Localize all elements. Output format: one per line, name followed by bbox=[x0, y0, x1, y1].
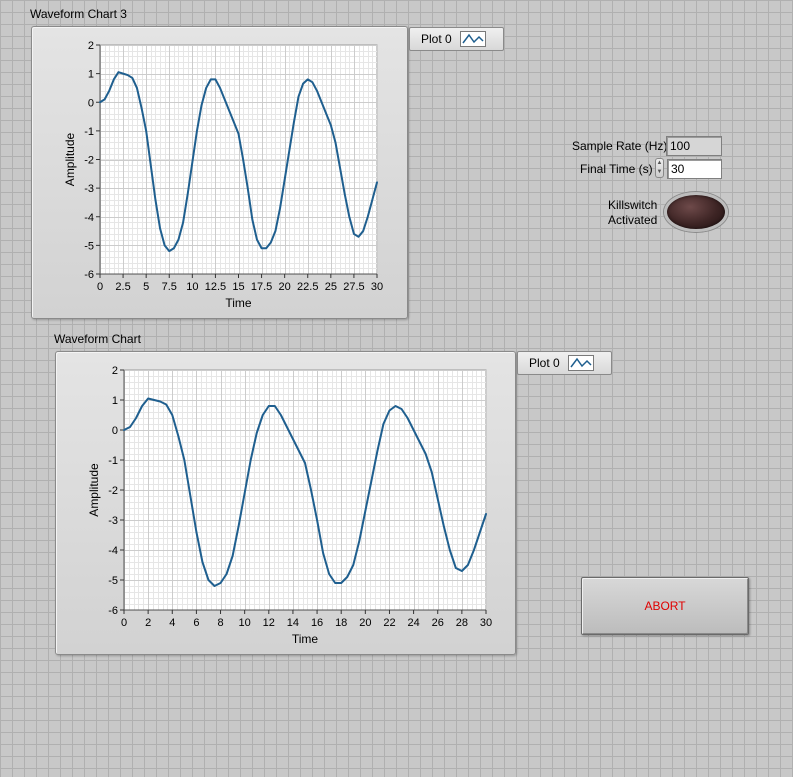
chart1-x-tick-label: 14 bbox=[287, 617, 299, 629]
chart1-x-tick-label: 16 bbox=[311, 617, 323, 629]
chart3-x-tick-label: 27.5 bbox=[343, 281, 364, 293]
chart3-plot-area[interactable]: 210-1-2-3-4-5-60 2.5 5 7.5 10 12.5 15 17.5 20 22.… bbox=[32, 27, 409, 320]
chart3-title: Waveform Chart 3 bbox=[30, 7, 127, 21]
chart1-x-tick-label: 30 bbox=[480, 617, 492, 629]
chart3-x-tick-label: 10 bbox=[186, 281, 198, 293]
killswitch-label-line1: Killswitch bbox=[608, 198, 658, 212]
chart1-x-tick-label: 0 bbox=[121, 617, 127, 629]
line-plot-icon bbox=[459, 31, 486, 47]
chart3-legend-label: Plot 0 bbox=[421, 32, 452, 46]
chart1-y-tick-label: 1 bbox=[112, 395, 118, 407]
chart3-y-tick-label: 1 bbox=[88, 69, 94, 81]
chart1-x-tick-label: 8 bbox=[217, 617, 223, 629]
chart1-x-tick-label: 26 bbox=[432, 617, 444, 629]
chart1-x-axis-title: Time bbox=[292, 632, 319, 646]
chart3-y-tick-label: -5 bbox=[84, 240, 94, 252]
chart1-y-tick-label: -6 bbox=[108, 605, 118, 617]
chart1-x-tick-label: 24 bbox=[407, 617, 419, 629]
chart3-x-tick-label: 12.5 bbox=[205, 281, 226, 293]
chart3-x-tick-label: 17.5 bbox=[251, 281, 272, 293]
increment-arrow-icon[interactable]: ▲ bbox=[656, 159, 663, 168]
chart1-y-tick-label: -1 bbox=[108, 455, 118, 467]
chart3-y-axis-title: Amplitude bbox=[63, 133, 77, 187]
final-time-stepper[interactable]: ▲ ▼ bbox=[655, 158, 664, 178]
chart1-y-tick-label: 2 bbox=[112, 365, 118, 377]
line-plot-icon bbox=[567, 355, 594, 371]
chart3-x-tick-label: 7.5 bbox=[162, 281, 177, 293]
chart3-x-tick-label: 15 bbox=[232, 281, 244, 293]
chart3-y-tick-label: -6 bbox=[84, 269, 94, 281]
decrement-arrow-icon[interactable]: ▼ bbox=[656, 168, 663, 177]
chart1-legend[interactable]: Plot 0 bbox=[517, 351, 612, 375]
chart1-y-axis-title: Amplitude bbox=[87, 463, 101, 517]
chart1-x-tick-label: 18 bbox=[335, 617, 347, 629]
waveform-chart-3[interactable]: 2 1 0 -1 -2 -3 -4 -5 -6 0 2.5 5 7.5 10 12.5 15 17.5 20 22.… bbox=[31, 26, 408, 319]
chart1-title: Waveform Chart bbox=[54, 332, 141, 346]
final-time-label: Final Time (s) bbox=[580, 162, 653, 176]
chart3-y-tick-label: 0 bbox=[88, 97, 94, 109]
chart3-x-tick-label: 2.5 bbox=[115, 281, 130, 293]
chart3-minor-grid bbox=[100, 45, 378, 275]
waveform-chart[interactable]: 2 1 0 -1 -2 -3 -4 -5 -6 0 2 4 6 8 10 12 14 16 18 20 22 24 26 28… bbox=[55, 351, 516, 655]
chart3-x-tick-label: 25 bbox=[325, 281, 337, 293]
sample-rate-indicator: 100 bbox=[666, 136, 722, 156]
chart3-legend[interactable]: Plot 0 bbox=[409, 27, 504, 51]
chart1-x-tick-label: 22 bbox=[383, 617, 395, 629]
chart1-x-tick-label: 2 bbox=[145, 617, 151, 629]
sample-rate-label: Sample Rate (Hz) bbox=[572, 139, 668, 153]
chart3-y-tick-label: 2 bbox=[88, 40, 94, 52]
abort-button-label: ABORT bbox=[644, 599, 686, 613]
chart3-y-tick-label: -3 bbox=[84, 183, 94, 195]
killswitch-label-line2: Activated bbox=[608, 213, 658, 227]
killswitch-led-indicator bbox=[664, 192, 728, 232]
chart3-x-tick-label: 5 bbox=[143, 281, 149, 293]
chart1-plot-area[interactable]: 210-1-2-3-4-5-60 2 4 6 8 10 12 14 16 18 20 22 24 26 28… bbox=[56, 352, 517, 656]
chart1-y-tick-label: -2 bbox=[108, 485, 118, 497]
chart1-x-tick-label: 28 bbox=[456, 617, 468, 629]
chart1-x-tick-label: 12 bbox=[263, 617, 275, 629]
chart3-y-tick-label: -1 bbox=[84, 126, 94, 138]
chart1-x-tick-label: 10 bbox=[239, 617, 251, 629]
chart3-y-tick-label: -4 bbox=[84, 212, 94, 224]
chart3-x-tick-label: 20 bbox=[279, 281, 291, 293]
chart1-y-tick-label: -4 bbox=[108, 545, 118, 557]
chart1-x-tick-label: 6 bbox=[193, 617, 199, 629]
chart3-x-tick-label: 22.5 bbox=[297, 281, 318, 293]
chart1-x-tick-label: 20 bbox=[359, 617, 371, 629]
abort-button[interactable]: ABORT bbox=[581, 577, 749, 635]
chart3-y-tick-label: -2 bbox=[84, 155, 94, 167]
chart1-y-tick-label: -3 bbox=[108, 515, 118, 527]
chart1-y-tick-label: 0 bbox=[112, 425, 118, 437]
chart1-legend-label: Plot 0 bbox=[529, 356, 560, 370]
chart3-x-tick-label: 0 bbox=[97, 281, 103, 293]
final-time-input[interactable]: 30 bbox=[667, 159, 722, 179]
chart3-x-axis-title: Time bbox=[225, 296, 252, 310]
chart1-x-tick-label: 4 bbox=[169, 617, 175, 629]
chart3-x-tick-label: 30 bbox=[371, 281, 383, 293]
chart1-y-tick-label: -5 bbox=[108, 575, 118, 587]
